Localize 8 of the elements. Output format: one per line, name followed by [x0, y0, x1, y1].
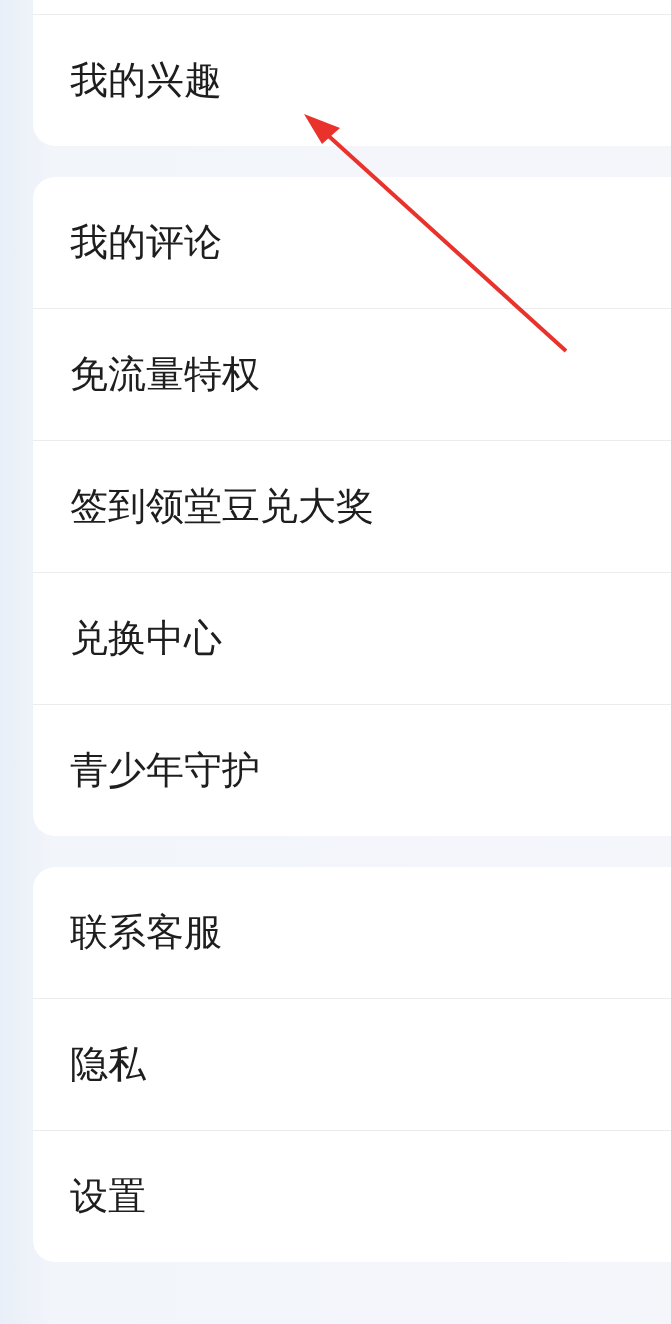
- menu-item[interactable]: 免流量特权: [33, 308, 671, 440]
- menu-item[interactable]: 设置: [33, 1130, 671, 1262]
- menu-item[interactable]: 兑换中心: [33, 572, 671, 704]
- menu-item[interactable]: 我的评论: [33, 177, 671, 308]
- menu-item[interactable]: 青少年守护: [33, 704, 671, 836]
- menu-item[interactable]: 隐私: [33, 998, 671, 1130]
- menu-item[interactable]: 联系客服: [33, 867, 671, 998]
- menu-item[interactable]: 签到领堂豆兑大奖: [33, 440, 671, 572]
